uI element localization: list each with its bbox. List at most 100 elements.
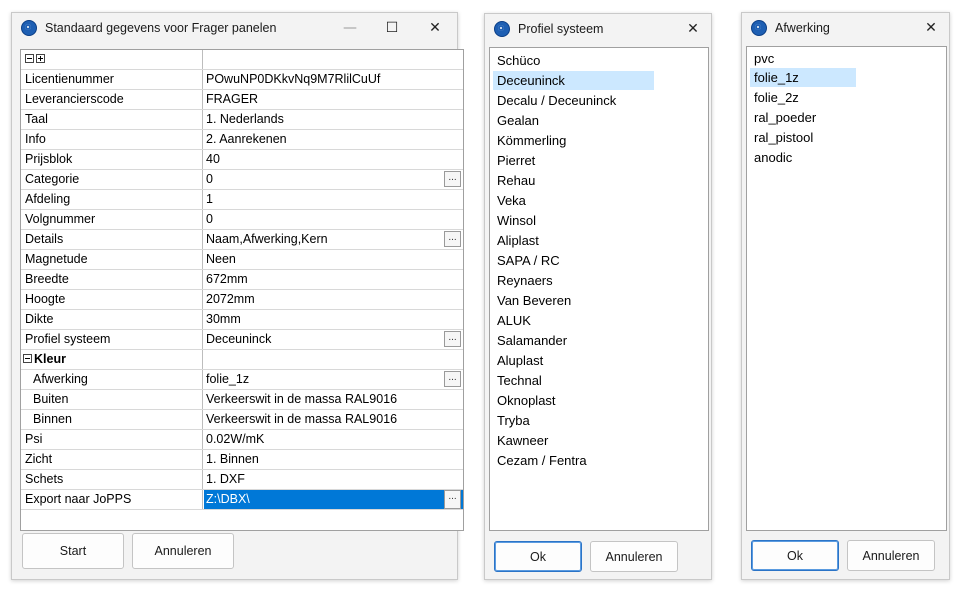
list-item[interactable]: anodic [750,148,792,167]
list-item[interactable]: Kömmerling [493,131,566,150]
property-value[interactable]: 0 ... [204,170,463,189]
property-row[interactable]: Prijsblok 40 [21,150,463,170]
property-row[interactable]: Licentienummer POwuNP0DKkvNq9M7RlilCuUf [21,70,463,90]
close-icon[interactable]: ✕ [675,14,711,44]
property-value[interactable]: 1. DXF [204,470,463,489]
ellipsis-button[interactable]: ... [444,371,461,387]
list-item[interactable]: Cezam / Fentra [493,451,587,470]
close-icon[interactable]: ✕ [415,13,455,43]
list-item[interactable]: Veka [493,191,526,210]
cancel-button[interactable]: Annuleren [847,540,935,571]
property-row[interactable]: Taal 1. Nederlands [21,110,463,130]
list-item[interactable]: Tryba [493,411,530,430]
list-item-selected[interactable]: folie_1z [750,68,856,87]
property-name: Buiten [21,390,203,409]
property-value-text: Z:\DBX\ [206,492,250,506]
property-value[interactable]: 0.02W/mK [204,430,463,449]
expand-all-icon[interactable] [36,54,45,64]
list-item[interactable]: pvc [750,49,774,68]
property-value[interactable]: 40 [204,150,463,169]
list-item[interactable]: Technal [493,371,542,390]
property-row[interactable]: Categorie 0 ... [21,170,463,190]
list-item[interactable]: Salamander [493,331,567,350]
property-value[interactable]: 1. Nederlands [204,110,463,129]
collapse-icon[interactable] [23,354,32,364]
property-category-row[interactable]: Kleur [21,350,463,370]
property-row[interactable]: Details Naam,Afwerking,Kern ... [21,230,463,250]
list-item[interactable]: Oknoplast [493,391,556,410]
list-item[interactable]: Schüco [493,51,540,70]
property-row[interactable]: Schets 1. DXF [21,470,463,490]
property-value[interactable]: Verkeerswit in de massa RAL9016 [204,410,463,429]
profile-system-list[interactable]: Schüco Deceuninck Decalu / Deceuninck Ge… [489,47,709,531]
property-value[interactable]: Neen [204,250,463,269]
cancel-button[interactable]: Annuleren [132,533,234,569]
property-row[interactable]: Dikte 30mm [21,310,463,330]
property-value[interactable]: Verkeerswit in de massa RAL9016 [204,390,463,409]
list-item[interactable]: Gealan [493,111,539,130]
collapse-all-icon[interactable] [25,54,34,64]
list-item-selected[interactable]: Deceuninck [493,71,654,90]
list-item[interactable]: Pierret [493,151,535,170]
property-row[interactable]: Afwerking folie_1z ... [21,370,463,390]
property-value[interactable]: 1 [204,190,463,209]
property-value[interactable]: Deceuninck ... [204,330,463,349]
ellipsis-button[interactable]: ... [444,231,461,247]
property-row[interactable]: Breedte 672mm [21,270,463,290]
property-value[interactable]: FRAGER [204,90,463,109]
cancel-button[interactable]: Annuleren [590,541,678,572]
property-value[interactable]: 30mm [204,310,463,329]
property-value[interactable]: folie_1z ... [204,370,463,389]
property-name: Taal [21,110,203,129]
list-item[interactable]: Rehau [493,171,535,190]
list-item[interactable]: ral_pistool [750,128,813,147]
property-row[interactable]: Hoogte 2072mm [21,290,463,310]
property-row[interactable]: Afdeling 1 [21,190,463,210]
start-button[interactable]: Start [22,533,124,569]
property-row[interactable]: Profiel systeem Deceuninck ... [21,330,463,350]
property-value[interactable]: 2072mm [204,290,463,309]
list-item[interactable]: Decalu / Deceuninck [493,91,616,110]
list-item[interactable]: ral_poeder [750,108,816,127]
property-row[interactable]: Buiten Verkeerswit in de massa RAL9016 [21,390,463,410]
property-grid[interactable]: Licentienummer POwuNP0DKkvNq9M7RlilCuUf … [20,49,464,531]
property-row[interactable]: Zicht 1. Binnen [21,450,463,470]
list-item[interactable]: SAPA / RC [493,251,560,270]
ellipsis-button[interactable]: ... [444,171,461,187]
minimize-icon[interactable]: — [330,13,370,43]
property-value[interactable]: 0 [204,210,463,229]
property-value[interactable]: POwuNP0DKkvNq9M7RlilCuUf [204,70,463,89]
list-item[interactable]: Kawneer [493,431,548,450]
property-category[interactable]: Kleur [21,350,203,369]
property-row[interactable]: Psi 0.02W/mK [21,430,463,450]
ok-button[interactable]: Ok [494,541,582,572]
maximize-icon[interactable]: ☐ [372,13,412,43]
property-row[interactable]: Magnetude Neen [21,250,463,270]
list-item[interactable]: ALUK [493,311,531,330]
finish-list[interactable]: pvc folie_1z folie_2z ral_poeder ral_pis… [746,46,947,531]
list-item[interactable]: Reynaers [493,271,553,290]
ellipsis-button[interactable]: ... [444,331,461,347]
property-value[interactable]: 672mm [204,270,463,289]
property-name: Info [21,130,203,149]
property-name: Schets [21,470,203,489]
list-item[interactable]: Van Beveren [493,291,571,310]
property-value-selected[interactable]: Z:\DBX\ ... [204,490,463,509]
ellipsis-button[interactable]: ... [444,490,461,509]
property-value[interactable]: 1. Binnen [204,450,463,469]
property-row[interactable]: Export naar JoPPS Z:\DBX\ ... [21,490,463,510]
ok-button[interactable]: Ok [751,540,839,571]
app-icon [21,20,37,36]
list-item[interactable]: Winsol [493,211,536,230]
list-item[interactable]: folie_2z [750,88,799,107]
list-item[interactable]: Aliplast [493,231,539,250]
property-row[interactable]: Binnen Verkeerswit in de massa RAL9016 [21,410,463,430]
property-row[interactable]: Leverancierscode FRAGER [21,90,463,110]
property-row[interactable]: Volgnummer 0 [21,210,463,230]
list-item[interactable]: Aluplast [493,351,543,370]
property-value[interactable]: 2. Aanrekenen [204,130,463,149]
close-icon[interactable]: ✕ [913,13,949,43]
property-name: Licentienummer [21,70,203,89]
property-value[interactable]: Naam,Afwerking,Kern ... [204,230,463,249]
property-row[interactable]: Info 2. Aanrekenen [21,130,463,150]
